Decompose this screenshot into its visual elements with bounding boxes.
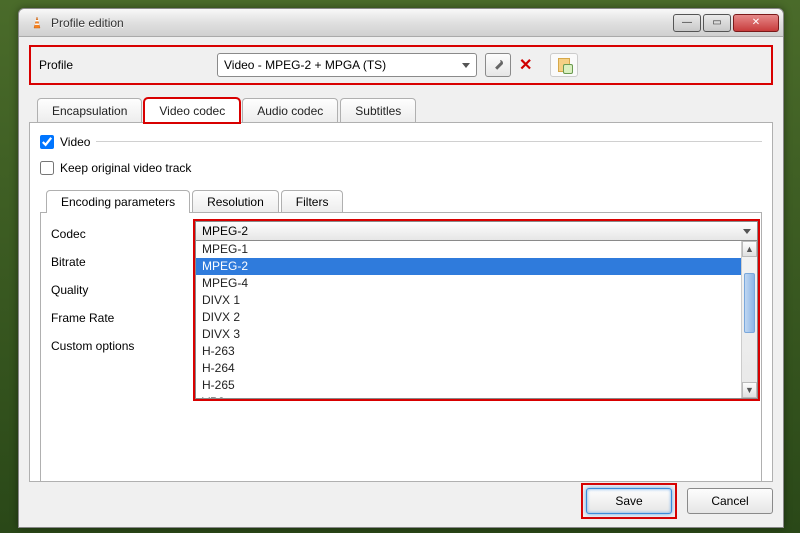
codec-option[interactable]: H-263 [196,343,757,360]
subtab-filters[interactable]: Filters [281,190,344,213]
save-highlight: Save [581,483,677,519]
video-codec-pane: Video Keep original video track Encoding… [29,122,773,482]
scroll-down-button[interactable]: ▼ [742,382,757,398]
codec-option[interactable]: H-265 [196,377,757,394]
tab-audio-codec[interactable]: Audio codec [242,98,338,123]
wrench-icon [491,58,505,72]
client-area: Profile Video - MPEG-2 + MPGA (TS) ✕ Enc… [19,37,783,527]
scroll-thumb[interactable] [744,273,755,333]
codec-option[interactable]: DIVX 3 [196,326,757,343]
new-profile-button[interactable] [550,53,578,77]
video-check-label: Video [60,135,90,149]
save-button[interactable]: Save [586,488,672,514]
subtab-resolution[interactable]: Resolution [192,190,279,213]
codec-option[interactable]: MPEG-4 [196,275,757,292]
profile-label: Profile [39,58,209,72]
codec-select[interactable]: MPEG-2 [195,221,758,241]
window-title: Profile edition [51,16,671,30]
codec-option[interactable]: DIVX 2 [196,309,757,326]
codec-option[interactable]: MPEG-1 [196,241,757,258]
profile-selected-text: Video - MPEG-2 + MPGA (TS) [224,58,386,72]
codec-option[interactable]: VP8 [196,394,757,399]
codec-option[interactable]: H-264 [196,360,757,377]
edit-profile-button[interactable] [485,53,511,77]
keep-original-checkbox[interactable] [40,161,54,175]
video-checkbox[interactable] [40,135,54,149]
codec-option[interactable]: DIVX 1 [196,292,757,309]
codec-selected-text: MPEG-2 [202,224,248,238]
chevron-down-icon [462,63,470,68]
codec-option[interactable]: MPEG-2 [196,258,757,275]
chevron-down-icon [743,229,751,234]
codec-options-list: MPEG-1MPEG-2MPEG-4DIVX 1DIVX 2DIVX 3H-26… [195,241,758,399]
dialog-buttons: Save Cancel [29,483,773,519]
titlebar[interactable]: Profile edition — ▭ ✕ [19,9,783,37]
tab-video-codec[interactable]: Video codec [144,98,240,123]
subtab-encoding[interactable]: Encoding parameters [46,190,190,213]
tab-subtitles[interactable]: Subtitles [340,98,416,123]
encoding-subtabs: Encoding parameters Resolution Filters [40,189,762,212]
close-button[interactable]: ✕ [733,14,779,32]
profile-select[interactable]: Video - MPEG-2 + MPGA (TS) [217,53,477,77]
profile-edition-window: Profile edition — ▭ ✕ Profile Video - MP… [18,8,784,528]
profile-row: Profile Video - MPEG-2 + MPGA (TS) ✕ [29,45,773,85]
new-file-icon [558,58,570,72]
codec-tabs: Encapsulation Video codec Audio codec Su… [29,97,773,122]
cancel-button[interactable]: Cancel [687,488,773,514]
encoding-pane: Codec Bitrate Quality Frame Rate Custom … [40,212,762,482]
delete-profile-button[interactable]: ✕ [519,55,532,75]
codec-dropdown-open: MPEG-2 MPEG-1MPEG-2MPEG-4DIVX 1DIVX 2DIV… [193,219,760,401]
minimize-button[interactable]: — [673,14,701,32]
maximize-button[interactable]: ▭ [703,14,731,32]
fieldset-divider [40,141,762,142]
vlc-icon [29,15,45,31]
tab-encapsulation[interactable]: Encapsulation [37,98,142,123]
keep-original-label: Keep original video track [60,161,191,175]
scroll-up-button[interactable]: ▲ [742,241,757,257]
scrollbar[interactable]: ▲ ▼ [741,241,757,398]
